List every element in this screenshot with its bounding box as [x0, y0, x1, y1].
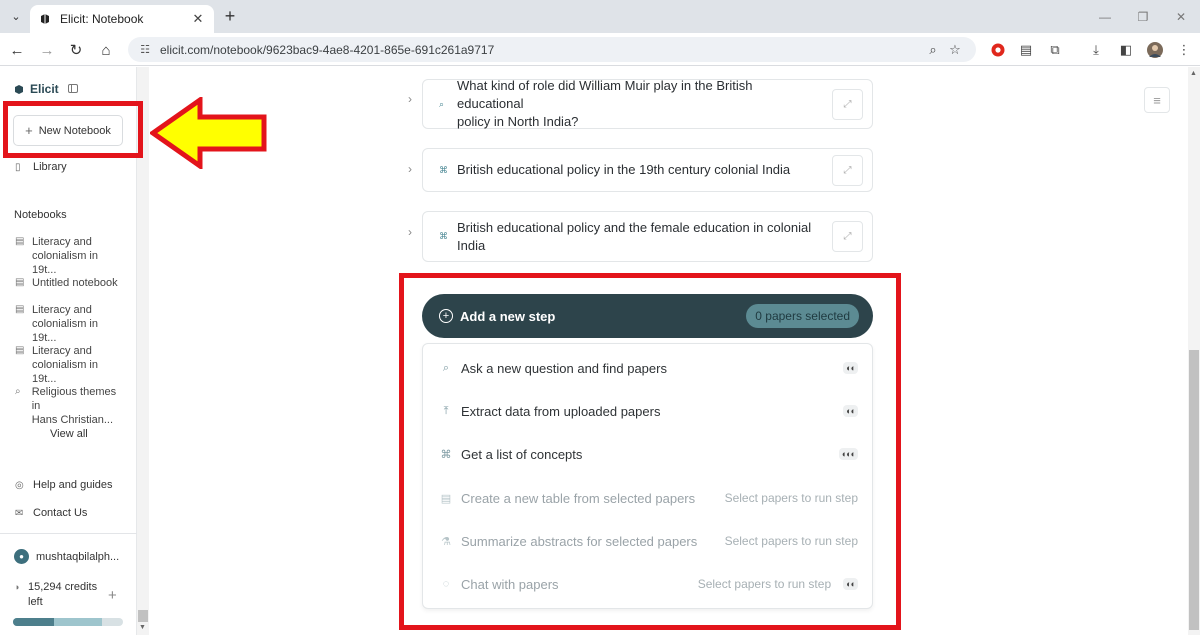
main-scrollbar[interactable]: ▲ [1188, 67, 1200, 635]
annotation-box-new-notebook [3, 101, 143, 158]
main-scrollbar-thumb[interactable] [1189, 350, 1199, 630]
side-panel-icon[interactable]: ◧ [1117, 41, 1135, 59]
chevron-right-icon[interactable]: › [408, 92, 412, 106]
credits-info: ◑ 15,294 credits left [14, 580, 97, 610]
help-icon: ◎ [15, 479, 24, 491]
step-title-line2: India [457, 237, 486, 253]
concepts-icon: ⌘ [439, 164, 448, 175]
credits-progress-fill [13, 618, 54, 626]
tab-close-icon[interactable]: ✕ [190, 11, 206, 27]
credits-progress-bar [13, 618, 123, 626]
browser-tab-active[interactable]: Elicit: Notebook ✕ [30, 5, 214, 33]
notebook-item[interactable]: ▤ Untitled notebook [15, 276, 125, 290]
chevron-right-icon[interactable]: › [408, 225, 412, 239]
notebook-title-line1: Untitled notebook [32, 277, 118, 289]
step-title-line1: What kind of role did William Muir play … [457, 78, 753, 111]
elicit-logo-icon [15, 84, 23, 94]
notebook-item[interactable]: ⌕ Religious themes in Hans Christian... [15, 385, 125, 427]
back-arrow-icon[interactable]: ← [7, 40, 27, 60]
mail-icon: ✉ [15, 507, 24, 519]
browser-menu-icon[interactable]: ⋮ [1175, 41, 1193, 59]
brand-name: Elicit [30, 82, 59, 96]
document-extension-icon[interactable]: ▤ [1017, 41, 1035, 59]
expand-icon[interactable]: ⤢ [832, 154, 863, 186]
home-icon[interactable]: ⌂ [96, 40, 116, 60]
elicit-brand[interactable]: Elicit [14, 82, 59, 96]
notebook-title-line2: colonialism in 19t... [31, 318, 98, 344]
user-name: mushtaqbilalph... [36, 550, 120, 563]
notebook-title-line1: Religious themes in [31, 386, 117, 412]
credits-count: 15,294 credits [28, 581, 98, 593]
zoom-icon[interactable]: ⌕ [922, 42, 944, 58]
notebook-title-line2: colonialism in 19t... [31, 359, 98, 385]
bookmark-star-icon[interactable]: ☆ [944, 42, 966, 58]
sidebar-item-contact[interactable]: ✉ Contact Us [15, 507, 87, 519]
user-account[interactable]: ● mushtaqbilalph... [14, 549, 119, 564]
contact-label: Contact Us [33, 507, 88, 519]
elicit-favicon-icon [38, 12, 52, 26]
restore-icon[interactable]: ❐ [1124, 0, 1162, 33]
site-info-icon[interactable]: ☷ [138, 43, 152, 57]
help-label: Help and guides [33, 479, 113, 491]
new-tab-button[interactable]: + [220, 6, 240, 26]
step-title-line2: policy in North India? [457, 114, 579, 129]
reload-icon[interactable]: ↻ [66, 40, 86, 60]
chevron-right-icon[interactable]: › [408, 162, 412, 176]
credits-icon: ◑ [14, 582, 20, 592]
tab-title: Elicit: Notebook [60, 12, 144, 26]
view-all-link[interactable]: View all [50, 428, 88, 440]
search-icon: ⌕ [15, 386, 21, 397]
step-title-line1: British educational policy and the femal… [457, 219, 812, 235]
expand-icon[interactable]: ⤢ [832, 221, 863, 252]
url-text[interactable]: elicit.com/notebook/9623bac9-4ae8-4201-8… [160, 43, 922, 57]
library-label: Library [33, 161, 67, 173]
add-credits-button[interactable]: + [108, 587, 117, 604]
notebook-title-line1: Literacy and [31, 345, 92, 357]
credits-left-label: left [28, 596, 43, 608]
step-card[interactable]: ⌕ What kind of role did William Muir pla… [422, 78, 873, 129]
step-card[interactable]: ⌘ British educational policy in the 19th… [422, 148, 873, 192]
notebook-item[interactable]: ▤ Literacy and colonialism in 19t... [15, 235, 125, 277]
library-icon: ▯ [15, 161, 21, 173]
annotation-arrow-icon [150, 97, 267, 169]
concepts-icon: ⌘ [439, 231, 448, 241]
search-icon: ⌕ [439, 98, 445, 109]
forward-arrow-icon[interactable]: → [37, 40, 57, 60]
sidebar-divider [0, 533, 137, 534]
profile-avatar-icon[interactable] [1146, 41, 1164, 59]
avatar: ● [14, 549, 29, 564]
address-bar[interactable]: ☷ elicit.com/notebook/9623bac9-4ae8-4201… [128, 37, 976, 62]
scroll-up-arrow-icon[interactable]: ▲ [1190, 70, 1197, 77]
close-window-icon[interactable]: ✕ [1162, 0, 1200, 33]
notebook-title-line1: Literacy and [31, 304, 92, 316]
sidebar-item-help[interactable]: ◎ Help and guides [15, 479, 113, 491]
notebook-icon: ▤ [15, 345, 25, 356]
step-title-line1: British educational policy in the 19th c… [457, 162, 791, 177]
step-card[interactable]: ⌘ British educational policy and the fem… [422, 211, 873, 262]
browser-tabstrip: ⌄ Elicit: Notebook ✕ + — ❐ ✕ [0, 0, 1200, 33]
notebook-item[interactable]: ▤ Literacy and colonialism in 19t... [15, 344, 125, 386]
expand-icon[interactable]: ⤢ [832, 88, 863, 120]
notebooks-heading: Notebooks [14, 209, 67, 221]
tab-search-button[interactable]: ⌄ [6, 7, 26, 25]
window-controls: — ❐ ✕ [1086, 0, 1200, 33]
collapse-sidebar-icon[interactable] [68, 84, 78, 93]
extension-red-icon[interactable] [989, 41, 1007, 59]
sidebar-scrollbar-thumb[interactable] [138, 610, 148, 622]
notebook-icon: ▤ [15, 236, 25, 247]
notebook-title-line1: Literacy and [31, 236, 92, 248]
sidebar-item-library[interactable]: ▯ Library [15, 161, 67, 173]
browser-toolbar: ← → ↻ ⌂ ☷ elicit.com/notebook/9623bac9-4… [0, 33, 1200, 66]
download-icon[interactable]: ⤓ [1087, 41, 1105, 59]
notebook-icon: ▤ [15, 277, 25, 288]
annotation-box-add-step [399, 273, 901, 630]
notebook-title-line2: Hans Christian... [31, 414, 114, 426]
minimize-icon[interactable]: — [1086, 0, 1124, 33]
extensions-puzzle-icon[interactable]: ⧉ [1046, 41, 1064, 59]
notebook-title-line2: colonialism in 19t... [31, 250, 98, 276]
notebook-item[interactable]: ▤ Literacy and colonialism in 19t... [15, 303, 125, 345]
notebook-icon: ▤ [15, 304, 25, 315]
hamburger-menu-icon[interactable]: ≡ [1144, 87, 1170, 113]
scroll-down-arrow-icon[interactable]: ▼ [139, 624, 146, 631]
